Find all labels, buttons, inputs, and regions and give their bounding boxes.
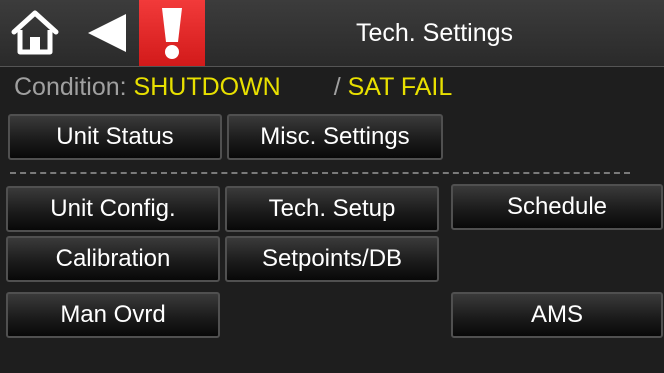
fault-value: SAT FAIL xyxy=(347,73,453,101)
back-arrow-icon[interactable] xyxy=(86,12,128,54)
tech-setup-button[interactable]: Tech. Setup xyxy=(225,186,439,232)
condition-separator: / xyxy=(333,73,341,101)
alarm-button[interactable] xyxy=(139,0,205,66)
man-ovrd-button[interactable]: Man Ovrd xyxy=(6,292,220,338)
schedule-button[interactable]: Schedule xyxy=(451,184,663,230)
unit-config-button[interactable]: Unit Config. xyxy=(6,186,220,232)
condition-label: Condition: xyxy=(14,73,127,101)
misc-settings-button[interactable]: Misc. Settings xyxy=(227,114,443,160)
setpoints-db-button[interactable]: Setpoints/DB xyxy=(225,236,439,282)
exclamation-alarm-icon xyxy=(162,8,182,59)
top-bar: Tech. Settings xyxy=(0,0,664,67)
ams-button[interactable]: AMS xyxy=(451,292,663,338)
condition-line: Condition: SHUTDOWN / SAT FAIL xyxy=(14,70,452,104)
unit-status-button[interactable]: Unit Status xyxy=(8,114,222,160)
home-icon[interactable] xyxy=(10,10,60,56)
divider xyxy=(10,172,630,174)
calibration-button[interactable]: Calibration xyxy=(6,236,220,282)
page-title: Tech. Settings xyxy=(355,19,514,47)
condition-value: SHUTDOWN xyxy=(133,73,281,101)
